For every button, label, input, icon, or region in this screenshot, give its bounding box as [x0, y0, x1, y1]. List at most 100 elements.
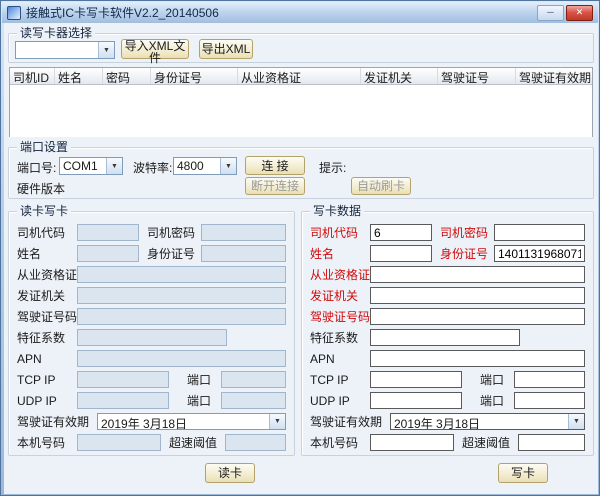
read-udp-port-input[interactable] — [221, 392, 286, 409]
write-tcp-port-input[interactable] — [514, 371, 585, 388]
write-license-validity-picker[interactable]: 2019年 3月18日 ▼ — [390, 413, 585, 430]
local-number-label: 本机号码 — [17, 434, 77, 451]
read-driver-code-input[interactable] — [77, 224, 139, 241]
read-license-number-input[interactable] — [77, 308, 286, 325]
write-driver-password-input[interactable] — [494, 224, 585, 241]
license-number-label: 驾驶证号码 — [17, 308, 77, 325]
reader-select-group: 读写卡器选择 ▼ 导入XML文件 导出XML — [8, 33, 594, 63]
write-qualification-row: 从业资格证 — [310, 266, 585, 283]
write-qualification-input[interactable] — [370, 266, 585, 283]
port-settings-group: 端口设置 端口号: COM1 ▼ 波特率: 4800 ▼ 连 接 提示: 硬件版… — [8, 147, 594, 199]
baud-combo[interactable]: 4800 ▼ — [173, 157, 237, 175]
write-udp-port-input[interactable] — [514, 392, 585, 409]
read-coefficient-row: 特征系数 — [17, 329, 286, 346]
write-coefficient-row: 特征系数 — [310, 329, 585, 346]
read-issuing-authority-input[interactable] — [77, 287, 286, 304]
write-udp-row: UDP IP 端口 — [310, 392, 585, 409]
read-driver-password-input[interactable] — [201, 224, 286, 241]
write-license-number-input[interactable] — [370, 308, 585, 325]
read-license-number-row: 驾驶证号码 — [17, 308, 286, 325]
read-card-button[interactable]: 读卡 — [205, 463, 255, 483]
write-local-number-input[interactable] — [370, 434, 454, 451]
port-combo-value: COM1 — [60, 158, 106, 174]
reader-select-combo[interactable]: ▼ — [15, 41, 115, 59]
tcp-port-label: 端口 — [187, 371, 221, 388]
write-driver-code-input[interactable] — [370, 224, 432, 241]
chevron-down-icon[interactable]: ▼ — [568, 414, 584, 429]
write-apn-input[interactable] — [370, 350, 585, 367]
driver-password-label: 司机密码 — [147, 224, 201, 241]
read-apn-input[interactable] — [77, 350, 286, 367]
column-header-id-number[interactable]: 身份证号 — [151, 68, 238, 84]
write-license-validity-value: 2019年 3月18日 — [391, 414, 568, 429]
title-bar[interactable]: 接触式IC卡写卡软件V2.2_20140506 ─ ✕ — [2, 2, 598, 23]
chevron-down-icon[interactable]: ▼ — [269, 414, 285, 429]
read-overspeed-threshold-input[interactable] — [225, 434, 286, 451]
apn-label: APN — [310, 352, 370, 366]
read-udp-row: UDP IP 端口 — [17, 392, 286, 409]
table-body[interactable] — [10, 85, 592, 137]
export-xml-button[interactable]: 导出XML — [199, 39, 253, 59]
read-tcp-ip-input[interactable] — [77, 371, 169, 388]
read-license-validity-picker[interactable]: 2019年 3月18日 ▼ — [97, 413, 286, 430]
udp-ip-label: UDP IP — [17, 394, 77, 408]
column-header-name[interactable]: 姓名 — [55, 68, 103, 84]
write-tcp-ip-input[interactable] — [370, 371, 462, 388]
import-xml-button[interactable]: 导入XML文件 — [121, 39, 189, 59]
write-local-number-row: 本机号码 超速阈值 — [310, 434, 585, 451]
write-apn-row: APN — [310, 350, 585, 367]
read-feature-coefficient-input[interactable] — [77, 329, 227, 346]
name-label: 姓名 — [17, 245, 77, 262]
read-apn-row: APN — [17, 350, 286, 367]
write-driver-code-row: 司机代码 司机密码 — [310, 224, 585, 241]
read-id-number-input[interactable] — [201, 245, 286, 262]
connect-button[interactable]: 连 接 — [245, 156, 305, 175]
write-card-button[interactable]: 写卡 — [498, 463, 548, 483]
column-header-license[interactable]: 驾驶证号 — [438, 68, 516, 84]
write-license-number-row: 驾驶证号码 — [310, 308, 585, 325]
baud-label: 波特率: — [133, 159, 172, 176]
write-card-group-title: 写卡数据 — [310, 204, 364, 218]
tcp-port-label: 端口 — [480, 371, 514, 388]
id-number-label: 身份证号 — [147, 245, 201, 262]
local-number-label: 本机号码 — [310, 434, 370, 451]
issuing-authority-label: 发证机关 — [310, 287, 370, 304]
close-button[interactable]: ✕ — [566, 5, 593, 21]
port-combo[interactable]: COM1 ▼ — [59, 157, 123, 175]
reader-select-group-title: 读写卡器选择 — [17, 26, 95, 40]
chevron-down-icon[interactable]: ▼ — [106, 158, 122, 174]
license-number-label: 驾驶证号码 — [310, 308, 370, 325]
name-label: 姓名 — [310, 245, 370, 262]
write-id-number-input[interactable] — [494, 245, 585, 262]
column-header-authority[interactable]: 发证机关 — [361, 68, 438, 84]
hint-label: 提示: — [319, 159, 346, 176]
caption-buttons: ─ ✕ — [537, 5, 593, 21]
feature-coefficient-label: 特征系数 — [310, 329, 370, 346]
chevron-down-icon[interactable]: ▼ — [220, 158, 236, 174]
auto-swipe-button[interactable]: 自动刷卡 — [351, 177, 411, 195]
write-issuing-authority-input[interactable] — [370, 287, 585, 304]
read-tcp-port-input[interactable] — [221, 371, 286, 388]
read-card-group: 读卡写卡 司机代码 司机密码 姓名 身份证号 从业资格证 — [8, 211, 295, 456]
column-header-driver-id[interactable]: 司机ID — [10, 68, 55, 84]
driver-table: 司机ID 姓名 密码 身份证号 从业资格证 发证机关 驾驶证号 驾驶证有效期 — [9, 67, 593, 137]
write-overspeed-threshold-input[interactable] — [518, 434, 585, 451]
read-udp-ip-input[interactable] — [77, 392, 169, 409]
table-header: 司机ID 姓名 密码 身份证号 从业资格证 发证机关 驾驶证号 驾驶证有效期 — [10, 68, 592, 85]
write-feature-coefficient-input[interactable] — [370, 329, 520, 346]
column-header-validity[interactable]: 驾驶证有效期 — [516, 68, 592, 84]
port-settings-group-title: 端口设置 — [17, 140, 71, 154]
port-label: 端口号: — [17, 159, 56, 176]
write-name-row: 姓名 身份证号 — [310, 245, 585, 262]
column-header-password[interactable]: 密码 — [103, 68, 151, 84]
minimize-button[interactable]: ─ — [537, 5, 564, 21]
column-header-qualification[interactable]: 从业资格证 — [238, 68, 361, 84]
write-udp-ip-input[interactable] — [370, 392, 462, 409]
read-local-number-input[interactable] — [77, 434, 161, 451]
write-name-input[interactable] — [370, 245, 432, 262]
read-qualification-input[interactable] — [77, 266, 286, 283]
read-name-input[interactable] — [77, 245, 139, 262]
chevron-down-icon[interactable]: ▼ — [98, 42, 114, 58]
disconnect-button[interactable]: 断开连接 — [245, 177, 305, 195]
close-icon: ✕ — [576, 8, 584, 17]
